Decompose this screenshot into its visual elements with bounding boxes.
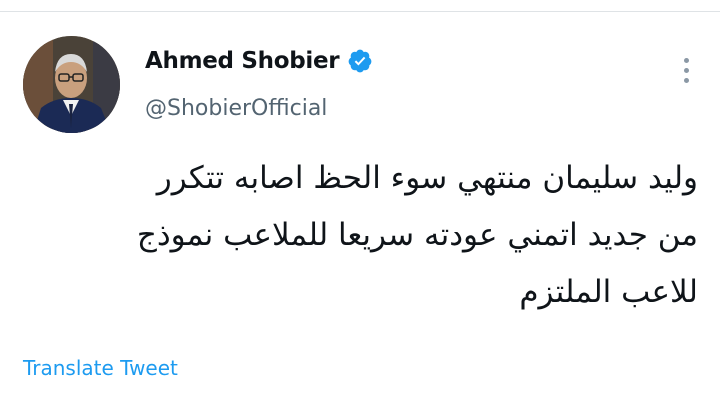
more-options-icon	[683, 77, 689, 83]
more-options-icon	[683, 57, 689, 63]
avatar[interactable]	[23, 36, 120, 133]
tweet-text-line: وليد سليمان منتهي سوء الحظ اصابه تتكرر	[156, 160, 698, 196]
tweet-text: وليد سليمان منتهي سوء الحظ اصابه تتكرر م…	[38, 150, 698, 321]
tweet-text-line: من جديد اتمني عودته سريعا للملاعب نموذج	[136, 217, 698, 253]
more-options-icon	[683, 67, 689, 73]
translate-tweet-link[interactable]: Translate Tweet	[23, 356, 178, 380]
more-options-button[interactable]	[676, 52, 696, 88]
tweet-header: Ahmed Shobier @ShobierOfficial	[23, 36, 703, 136]
tweet-text-line: للاعب الملتزم	[519, 274, 698, 310]
verified-badge-icon	[347, 48, 373, 74]
avatar-photo	[23, 36, 120, 133]
display-name[interactable]: Ahmed Shobier	[145, 48, 340, 74]
top-divider	[0, 11, 720, 12]
user-handle[interactable]: @ShobierOfficial	[145, 96, 327, 121]
name-row: Ahmed Shobier	[145, 48, 373, 74]
